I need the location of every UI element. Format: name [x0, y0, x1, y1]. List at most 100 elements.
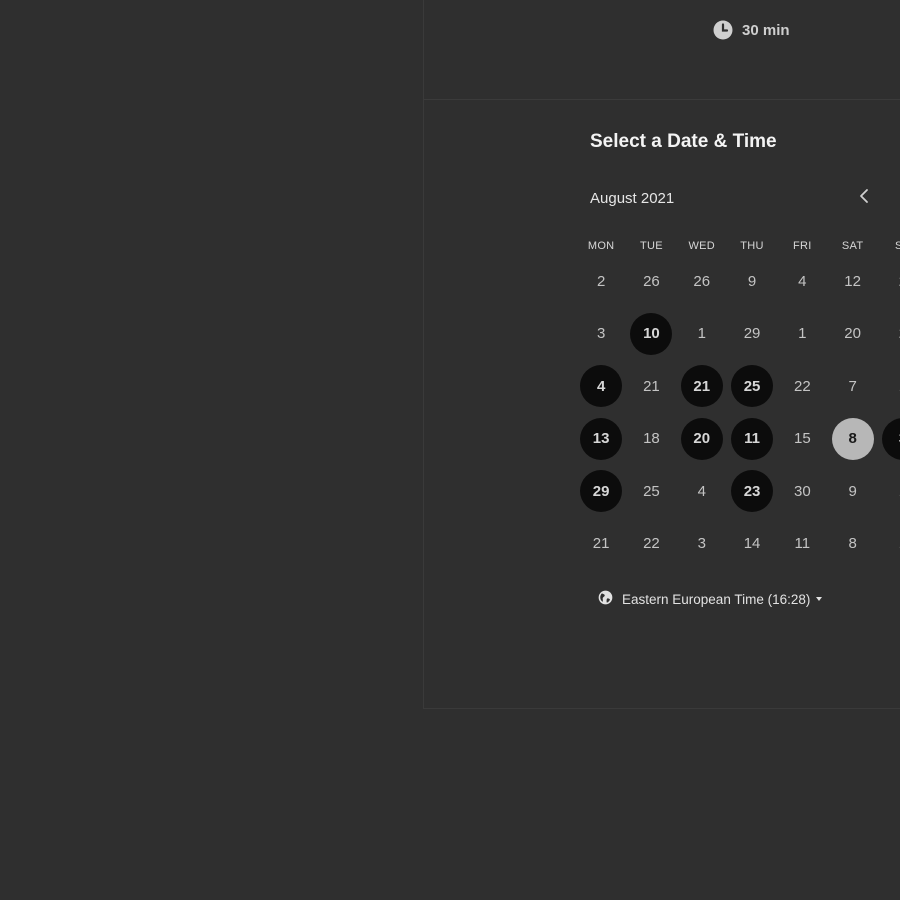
calendar-day-number: 10	[630, 312, 673, 355]
calendar-day: 1	[777, 308, 827, 361]
calendar-day-number: 4	[580, 365, 623, 408]
calendar-day-number: 1	[882, 470, 900, 512]
calendar-day: 15	[777, 413, 827, 466]
calendar-day-number: 21	[592, 535, 610, 553]
calendar-day-available[interactable]: 10	[626, 308, 676, 361]
calendar-day-available[interactable]: 23	[727, 465, 777, 518]
calendar-day-available[interactable]: 29	[576, 465, 626, 518]
calendar-day-number: 20	[844, 325, 861, 343]
calendar-day: 4	[777, 255, 827, 308]
calendar-day: 4	[677, 465, 727, 518]
calendar-day: 8	[827, 518, 877, 571]
globe-icon	[598, 590, 613, 608]
calendar-day-number: 18	[643, 430, 660, 448]
calendar-day-selected[interactable]: 8	[827, 413, 877, 466]
calendar-day: 2	[878, 255, 900, 308]
scheduling-card: 30 min Select a Date & Time August 2021 …	[423, 0, 900, 709]
calendar-day: 25	[626, 465, 676, 518]
calendar-day-available[interactable]: 21	[677, 360, 727, 413]
calendar-day-number: 4	[798, 272, 807, 290]
calendar-day-number: 21	[643, 377, 660, 395]
calendar-day: 1	[878, 360, 900, 413]
calendar-day: 14	[727, 518, 777, 571]
page: 30 min Select a Date & Time August 2021 …	[0, 0, 900, 900]
calendar-day-number: 3	[596, 325, 606, 343]
calendar-day-number: 9	[747, 272, 757, 290]
timezone-selector[interactable]: Eastern European Time (16:28)	[598, 590, 823, 608]
calendar-day-number: 23	[731, 470, 774, 513]
calendar-day-number: 13	[580, 417, 623, 460]
calendar-day: 11	[777, 518, 827, 571]
calendar-day: 20	[827, 308, 877, 361]
calendar-day-number: 20	[680, 417, 723, 460]
caret-down-icon	[816, 597, 823, 601]
calendar-day-number: 11	[794, 535, 811, 553]
calendar-day-number: 22	[793, 377, 811, 395]
calendar-day-available[interactable]: 3	[878, 413, 900, 466]
calendar-day: 2	[576, 255, 626, 308]
calendar-day-number: 7	[848, 377, 857, 395]
calendar-day: 7	[827, 360, 877, 413]
calendar-day: 22	[626, 518, 676, 571]
calendar-day-number: 29	[743, 325, 761, 343]
calendar-day-number: 2	[882, 260, 900, 302]
calendar-day-number: 29	[580, 470, 623, 513]
chevron-left-icon	[859, 188, 869, 209]
calendar-day: 21	[626, 360, 676, 413]
calendar-day: 1	[878, 518, 900, 571]
event-duration: 30 min	[713, 20, 790, 40]
calendar-day: 26	[677, 255, 727, 308]
calendar-day-number: 26	[643, 272, 660, 290]
calendar-day: 30	[777, 465, 827, 518]
calendar-day: 2	[878, 308, 900, 361]
calendar-day-number: 8	[848, 535, 857, 553]
calendar-day-number: 3	[881, 417, 900, 460]
calendar-day-available[interactable]: 11	[727, 413, 777, 466]
clock-icon	[713, 20, 733, 40]
calendar-day: 3	[677, 518, 727, 571]
calendar-day-number: 1	[882, 365, 900, 407]
month-navigation: August 2021	[590, 186, 880, 210]
calendar-day: 21	[576, 518, 626, 571]
calendar-day-number: 21	[680, 365, 723, 408]
event-details-header: 30 min	[424, 0, 900, 100]
calendar-day-number: 3	[697, 535, 706, 553]
calendar-day: 18	[626, 413, 676, 466]
calendar-day-number: 12	[844, 272, 861, 290]
calendar-day: 3	[576, 308, 626, 361]
calendar-day-number: 15	[793, 430, 811, 448]
calendar-day: 26	[626, 255, 676, 308]
calendar-day-grid: 2262694122310129120242121252271131820111…	[576, 255, 900, 570]
calendar-day: 1	[677, 308, 727, 361]
calendar-day: 29	[727, 308, 777, 361]
calendar-day: 12	[827, 255, 877, 308]
calendar-day-number: 9	[848, 482, 857, 500]
calendar-day-number: 2	[596, 272, 606, 290]
timezone-label: Eastern European Time (16:28)	[622, 591, 811, 607]
calendar-day-available[interactable]: 13	[576, 413, 626, 466]
calendar-day-number: 30	[793, 482, 811, 500]
calendar-day: 9	[827, 465, 877, 518]
month-label: August 2021	[590, 189, 675, 207]
calendar-day-number: 22	[643, 535, 660, 553]
calendar-day-number: 11	[731, 417, 774, 460]
calendar-day-number: 25	[731, 365, 774, 408]
calendar-day-number: 26	[693, 272, 711, 290]
calendar-day-number: 2	[882, 313, 900, 355]
calendar-day-number: 1	[798, 325, 807, 343]
calendar-day-number: 1	[697, 325, 706, 343]
duration-label: 30 min	[742, 21, 790, 39]
calendar-day-available[interactable]: 25	[727, 360, 777, 413]
calendar-day-available[interactable]: 4	[576, 360, 626, 413]
calendar-day-number: 8	[831, 417, 874, 460]
calendar-day-available[interactable]: 20	[677, 413, 727, 466]
calendar-day: 9	[727, 255, 777, 308]
calendar-day-number: 4	[697, 482, 706, 500]
calendar-day: 22	[777, 360, 827, 413]
calendar-day-number: 25	[643, 482, 660, 500]
page-title: Select a Date & Time	[590, 131, 777, 152]
calendar-day: 1	[878, 465, 900, 518]
calendar-day-number: 1	[882, 523, 900, 565]
previous-month-button[interactable]	[852, 186, 876, 210]
calendar-day-number: 14	[743, 535, 761, 553]
